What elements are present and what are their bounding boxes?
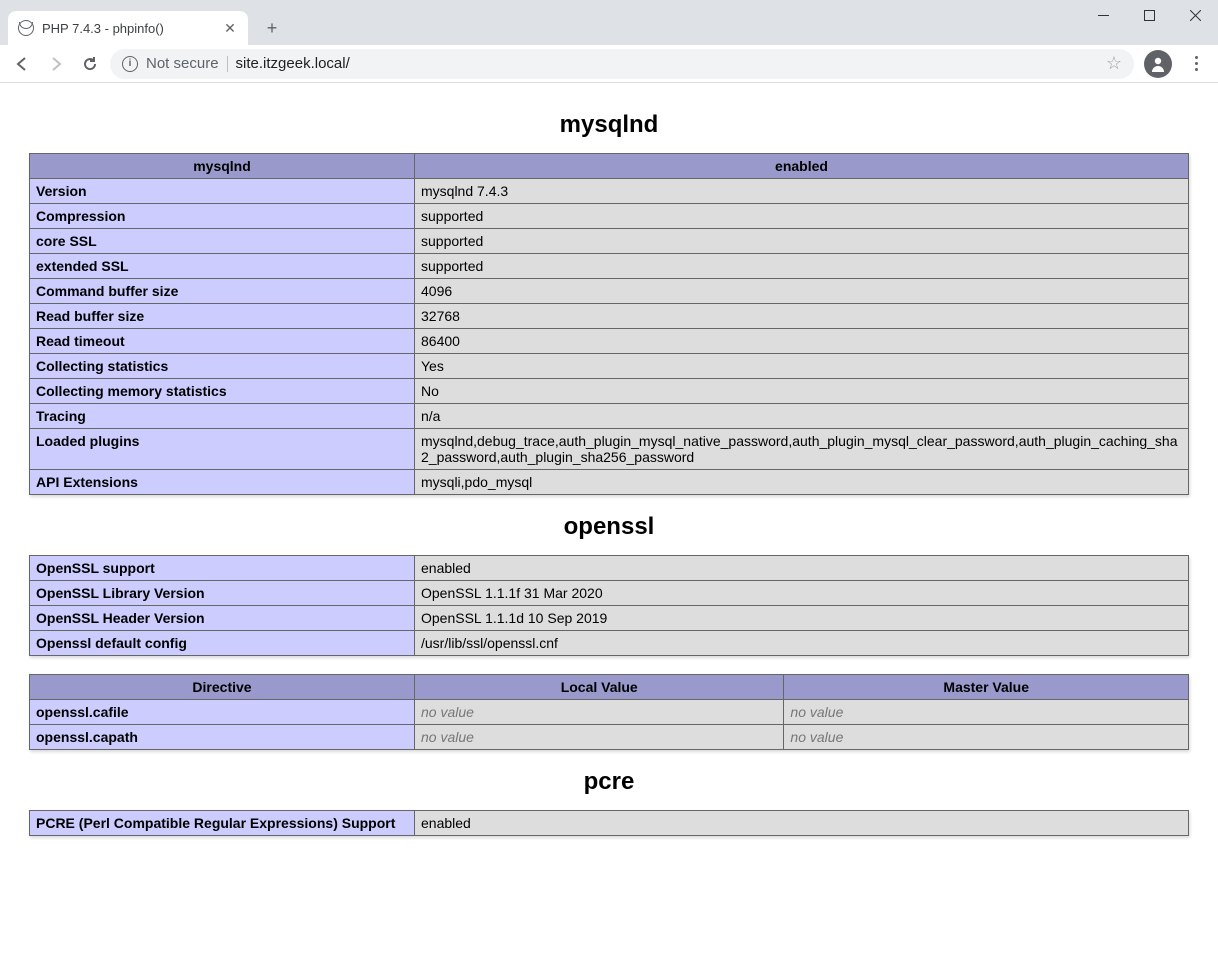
directive-name: openssl.capath [30,725,415,750]
page-viewport[interactable]: mysqlnd mysqlnd enabled Versionmysqlnd 7… [0,83,1218,964]
tab-close-icon[interactable]: ✕ [222,20,238,37]
table-row: Read timeout86400 [30,329,1189,354]
browser-title-bar: PHP 7.4.3 - phpinfo() ✕ + [0,0,1218,45]
directive-value: supported [415,204,1189,229]
browser-menu-button[interactable] [1182,56,1210,71]
window-close-button[interactable] [1172,0,1218,30]
bookmark-star-icon[interactable]: ☆ [1106,53,1122,74]
directive-value: Yes [415,354,1189,379]
directive-name: API Extensions [30,470,415,495]
directive-value: enabled [415,556,1189,581]
table-row: Collecting statisticsYes [30,354,1189,379]
directive-name: Version [30,179,415,204]
reload-button[interactable] [76,50,104,78]
window-controls [1080,0,1218,30]
directive-name: OpenSSL support [30,556,415,581]
openssl-directives-table: Directive Local Value Master Value opens… [29,674,1189,750]
info-icon[interactable]: i [122,56,138,72]
address-bar[interactable]: i Not secure site.itzgeek.local/ ☆ [110,49,1134,79]
window-minimize-button[interactable] [1080,0,1126,30]
table-row: Compressionsupported [30,204,1189,229]
directive-name: Loaded plugins [30,429,415,470]
directive-value: 4096 [415,279,1189,304]
directive-value: No [415,379,1189,404]
table-row: Versionmysqlnd 7.4.3 [30,179,1189,204]
openssl-table: OpenSSL supportenabledOpenSSL Library Ve… [29,555,1189,656]
directive-value: enabled [415,811,1189,836]
directive-value: supported [415,229,1189,254]
table-row: Collecting memory statisticsNo [30,379,1189,404]
section-heading-openssl: openssl [29,513,1189,541]
back-button[interactable] [8,50,36,78]
browser-tab[interactable]: PHP 7.4.3 - phpinfo() ✕ [8,11,248,45]
table-row: API Extensionsmysqli,pdo_mysql [30,470,1189,495]
master-value: no value [784,725,1189,750]
directive-value: n/a [415,404,1189,429]
master-value: no value [784,700,1189,725]
table-row: OpenSSL supportenabled [30,556,1189,581]
directive-name: Read timeout [30,329,415,354]
directive-name: OpenSSL Header Version [30,606,415,631]
local-value: no value [415,700,784,725]
table-row: Loaded pluginsmysqlnd,debug_trace,auth_p… [30,429,1189,470]
forward-button[interactable] [42,50,70,78]
table-row: core SSLsupported [30,229,1189,254]
directive-name: Collecting statistics [30,354,415,379]
profile-avatar[interactable] [1144,50,1172,78]
table-row: OpenSSL Library VersionOpenSSL 1.1.1f 31… [30,581,1189,606]
directive-name: Openssl default config [30,631,415,656]
directive-name: Command buffer size [30,279,415,304]
directive-name: Read buffer size [30,304,415,329]
table-row: Command buffer size4096 [30,279,1189,304]
directive-name: Compression [30,204,415,229]
globe-icon [18,20,34,36]
directive-name: extended SSL [30,254,415,279]
directive-name: Tracing [30,404,415,429]
url-text: site.itzgeek.local/ [236,55,350,72]
local-value: no value [415,725,784,750]
table-header: Directive [30,675,415,700]
pcre-table: PCRE (Perl Compatible Regular Expression… [29,810,1189,836]
separator [227,56,228,72]
section-heading-mysqlnd: mysqlnd [29,111,1189,139]
directive-value: supported [415,254,1189,279]
table-header: enabled [415,154,1189,179]
table-header: mysqlnd [30,154,415,179]
directive-value: 32768 [415,304,1189,329]
directive-name: OpenSSL Library Version [30,581,415,606]
new-tab-button[interactable]: + [258,14,286,42]
table-row: Tracingn/a [30,404,1189,429]
table-row: Read buffer size32768 [30,304,1189,329]
browser-toolbar: i Not secure site.itzgeek.local/ ☆ [0,45,1218,83]
directive-value: /usr/lib/ssl/openssl.cnf [415,631,1189,656]
table-header-row: Directive Local Value Master Value [30,675,1189,700]
phpinfo-content: mysqlnd mysqlnd enabled Versionmysqlnd 7… [29,83,1189,874]
section-heading-pcre: pcre [29,768,1189,796]
table-row: PCRE (Perl Compatible Regular Expression… [30,811,1189,836]
table-row: OpenSSL Header VersionOpenSSL 1.1.1d 10 … [30,606,1189,631]
directive-name: core SSL [30,229,415,254]
directive-value: mysqli,pdo_mysql [415,470,1189,495]
security-status: Not secure [146,55,219,72]
table-row: Openssl default config/usr/lib/ssl/opens… [30,631,1189,656]
directive-value: 86400 [415,329,1189,354]
table-header-row: mysqlnd enabled [30,154,1189,179]
table-row: extended SSLsupported [30,254,1189,279]
directive-value: OpenSSL 1.1.1f 31 Mar 2020 [415,581,1189,606]
table-header: Local Value [415,675,784,700]
directive-value: mysqlnd 7.4.3 [415,179,1189,204]
table-row: openssl.cafileno valueno value [30,700,1189,725]
directive-name: Collecting memory statistics [30,379,415,404]
tab-title: PHP 7.4.3 - phpinfo() [42,21,164,36]
directive-name: PCRE (Perl Compatible Regular Expression… [30,811,415,836]
window-maximize-button[interactable] [1126,0,1172,30]
table-header: Master Value [784,675,1189,700]
directive-value: mysqlnd,debug_trace,auth_plugin_mysql_na… [415,429,1189,470]
mysqlnd-table: mysqlnd enabled Versionmysqlnd 7.4.3Comp… [29,153,1189,495]
directive-value: OpenSSL 1.1.1d 10 Sep 2019 [415,606,1189,631]
directive-name: openssl.cafile [30,700,415,725]
table-row: openssl.capathno valueno value [30,725,1189,750]
